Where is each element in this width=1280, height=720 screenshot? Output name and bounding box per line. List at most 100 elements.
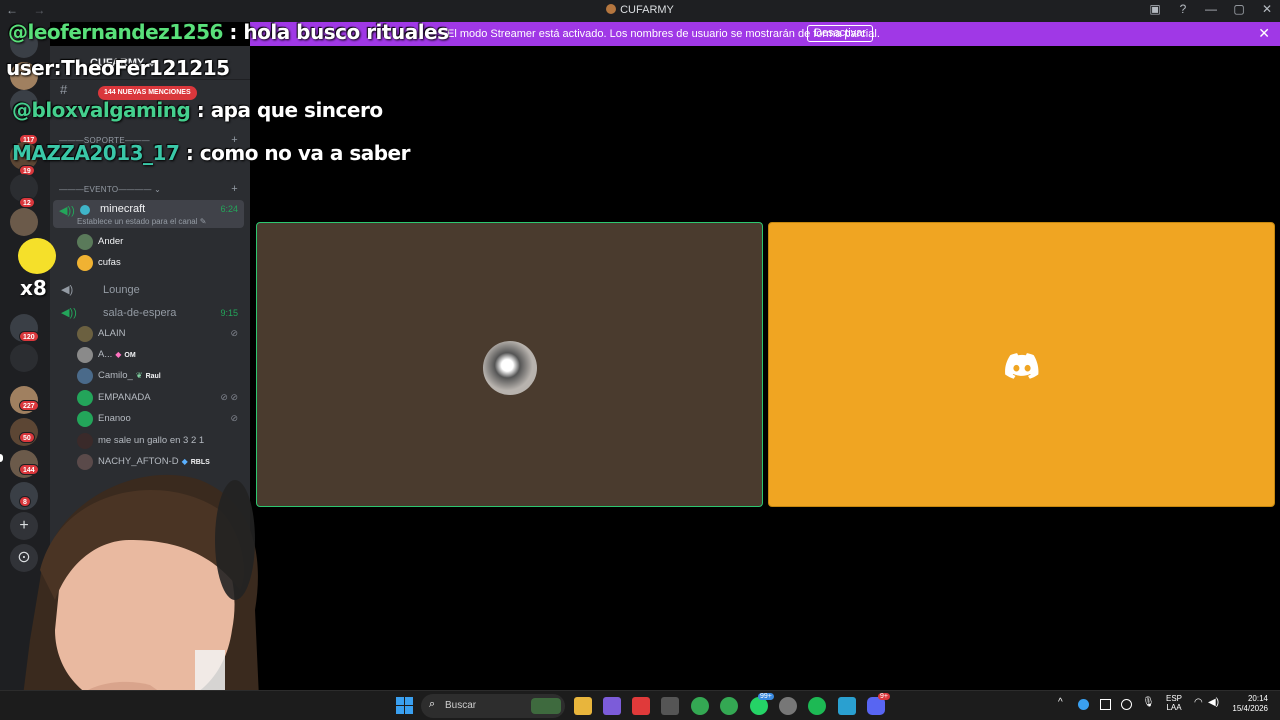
microphone-icon[interactable]: 🎙 — [1142, 697, 1155, 708]
voice-user[interactable]: Ander — [77, 232, 242, 252]
window-controls: ▣ ? — ▢ ✕ — [1148, 2, 1274, 16]
chrome-icon[interactable] — [691, 697, 709, 715]
overlay-chat-message: @bloxvalgaming : apa que sincero — [12, 98, 383, 122]
channel-name: minecraft — [100, 203, 146, 215]
tray-app-icon[interactable] — [1100, 699, 1111, 710]
chick-sticker-icon — [18, 238, 56, 274]
notepad-icon[interactable] — [838, 697, 856, 715]
close-icon[interactable]: ✕ — [1258, 25, 1270, 42]
channel-status-hint[interactable]: Establece un estado para el canal ✎ — [77, 217, 206, 226]
windows-taskbar: ⌕ Buscar 99+ 9+ ^ 🎙 ESP LAA ◠ ◀) 20:14 15/… — [0, 690, 1280, 720]
app-icon[interactable] — [661, 697, 679, 715]
volume-icon[interactable]: ◀) — [1208, 697, 1219, 708]
tray-chevron-icon[interactable]: ^ — [1058, 697, 1063, 708]
mention-badge: 12 — [19, 197, 35, 208]
avatar — [77, 368, 93, 384]
user-name: me sale un gallo en 3 2 1 — [98, 435, 205, 446]
overlay-chat-message: MAZZA2013_17 : como no va a saber — [12, 141, 410, 165]
chrome-icon[interactable] — [720, 697, 738, 715]
mute-icon: ⊘ — [230, 413, 238, 423]
minimize-button[interactable]: — — [1204, 2, 1218, 16]
video-tile-speaking[interactable] — [256, 222, 763, 507]
voice-user[interactable]: ALAIN ⊘ — [77, 324, 242, 344]
voice-user[interactable]: me sale un gallo en 3 2 1 — [77, 431, 242, 451]
avatar — [77, 411, 93, 427]
disable-streamer-button[interactable]: Desactivar — [807, 25, 873, 42]
server-icon[interactable] — [10, 208, 38, 236]
voice-user[interactable]: Enanoo ⊘ — [77, 409, 242, 429]
avatar — [77, 433, 93, 449]
voice-channel-lounge[interactable]: ◀) Lounge — [53, 280, 244, 300]
search-highlight-icon — [531, 698, 561, 714]
mention-badge: 120 — [19, 331, 39, 342]
hash-icon: # — [60, 82, 68, 97]
whatsapp-badge: 99+ — [758, 693, 774, 700]
voice-user[interactable]: Camilo_ ❦ Raul — [77, 366, 242, 386]
overlay-chat-message: @leofernandez1256 : hola busco rituales — [8, 20, 449, 44]
wifi-icon[interactable]: ◠ — [1194, 697, 1203, 708]
channel-timer: 6:24 — [220, 204, 238, 214]
category-evento[interactable]: ———EVENTO———— ⌄ + — [58, 183, 238, 195]
activity-icon — [80, 205, 90, 215]
app-icon[interactable] — [632, 697, 650, 715]
speaker-icon: ◀)) — [59, 205, 75, 217]
store-icon[interactable] — [603, 697, 621, 715]
video-tile-discord-default[interactable] — [768, 222, 1275, 507]
help-icon[interactable]: ? — [1176, 2, 1190, 16]
user-name: Ander — [98, 236, 124, 247]
voice-channel-sala-de-espera[interactable]: ◀)) sala-de-espera 9:15 — [53, 303, 244, 323]
windows-start-icon[interactable] — [396, 697, 413, 714]
user-name: cufas — [98, 257, 121, 268]
user-name: Camilo_ — [98, 370, 133, 381]
search-placeholder: Buscar — [445, 700, 477, 711]
avatar — [77, 347, 93, 363]
mention-badge: 227 — [19, 400, 39, 411]
deafen-icon: ⊘ — [230, 328, 238, 338]
overlay-user-line: user:TheoFer121215 — [6, 56, 230, 80]
server-icon[interactable] — [10, 344, 38, 372]
clock[interactable]: 20:14 15/4/2026 — [1228, 694, 1268, 714]
discord-badge: 9+ — [878, 693, 890, 700]
search-icon: ⌕ — [429, 698, 436, 710]
onedrive-icon[interactable] — [1078, 699, 1089, 710]
channel-timer: 9:15 — [220, 308, 238, 318]
voice-user[interactable]: A... ◆ OM — [77, 345, 242, 365]
voice-user[interactable]: EMPANADA ⊘ ⊘ — [77, 388, 242, 408]
file-explorer-icon[interactable] — [574, 697, 592, 715]
speaker-icon: ◀)) — [61, 307, 77, 319]
window-title: CUFARMY — [0, 4, 1280, 16]
avatar — [77, 326, 93, 342]
voice-channel-minecraft[interactable]: ◀)) minecraft 6:24 Establece un estado p… — [53, 200, 244, 228]
tray-app-icon[interactable] — [1121, 699, 1132, 710]
user-name: A... — [98, 349, 113, 360]
inbox-icon[interactable]: ▣ — [1148, 2, 1162, 16]
webcam-overlay — [20, 474, 260, 720]
title-bar: ← → CUFARMY ▣ ? — ▢ ✕ — [0, 0, 1280, 22]
channel-name: Lounge — [103, 284, 140, 296]
user-name: EMPANADA — [98, 392, 151, 403]
maximize-button[interactable]: ▢ — [1232, 2, 1246, 16]
user-tag: Raul — [145, 373, 161, 380]
close-window-button[interactable]: ✕ — [1260, 2, 1274, 16]
avatar — [77, 255, 93, 271]
user-avatar — [483, 341, 537, 395]
user-name: Enanoo — [98, 413, 131, 424]
channel-name: sala-de-espera — [103, 307, 177, 319]
sticker-text: x8 — [20, 276, 47, 300]
leaf-icon: ❦ — [135, 371, 143, 380]
language-indicator[interactable]: ESP LAA — [1166, 694, 1182, 712]
mute-icon: ⊘ ⊘ — [220, 392, 238, 402]
avatar — [77, 390, 93, 406]
user-tag: OM — [124, 352, 136, 359]
sticker: x8 — [10, 238, 60, 300]
gem-icon: ◆ — [115, 350, 122, 359]
app-icon[interactable] — [779, 697, 797, 715]
spotify-icon[interactable] — [808, 697, 826, 715]
voice-user[interactable]: cufas — [77, 253, 242, 273]
discord-app: ← → CUFARMY ▣ ? — ▢ ✕ El modo Streamer e… — [0, 0, 1280, 720]
speaker-icon: ◀) — [61, 284, 74, 296]
add-channel-icon[interactable]: + — [231, 183, 238, 195]
taskbar-search[interactable]: ⌕ Buscar — [421, 694, 565, 718]
discord-logo-icon — [1005, 353, 1039, 379]
user-name: ALAIN — [98, 328, 126, 339]
